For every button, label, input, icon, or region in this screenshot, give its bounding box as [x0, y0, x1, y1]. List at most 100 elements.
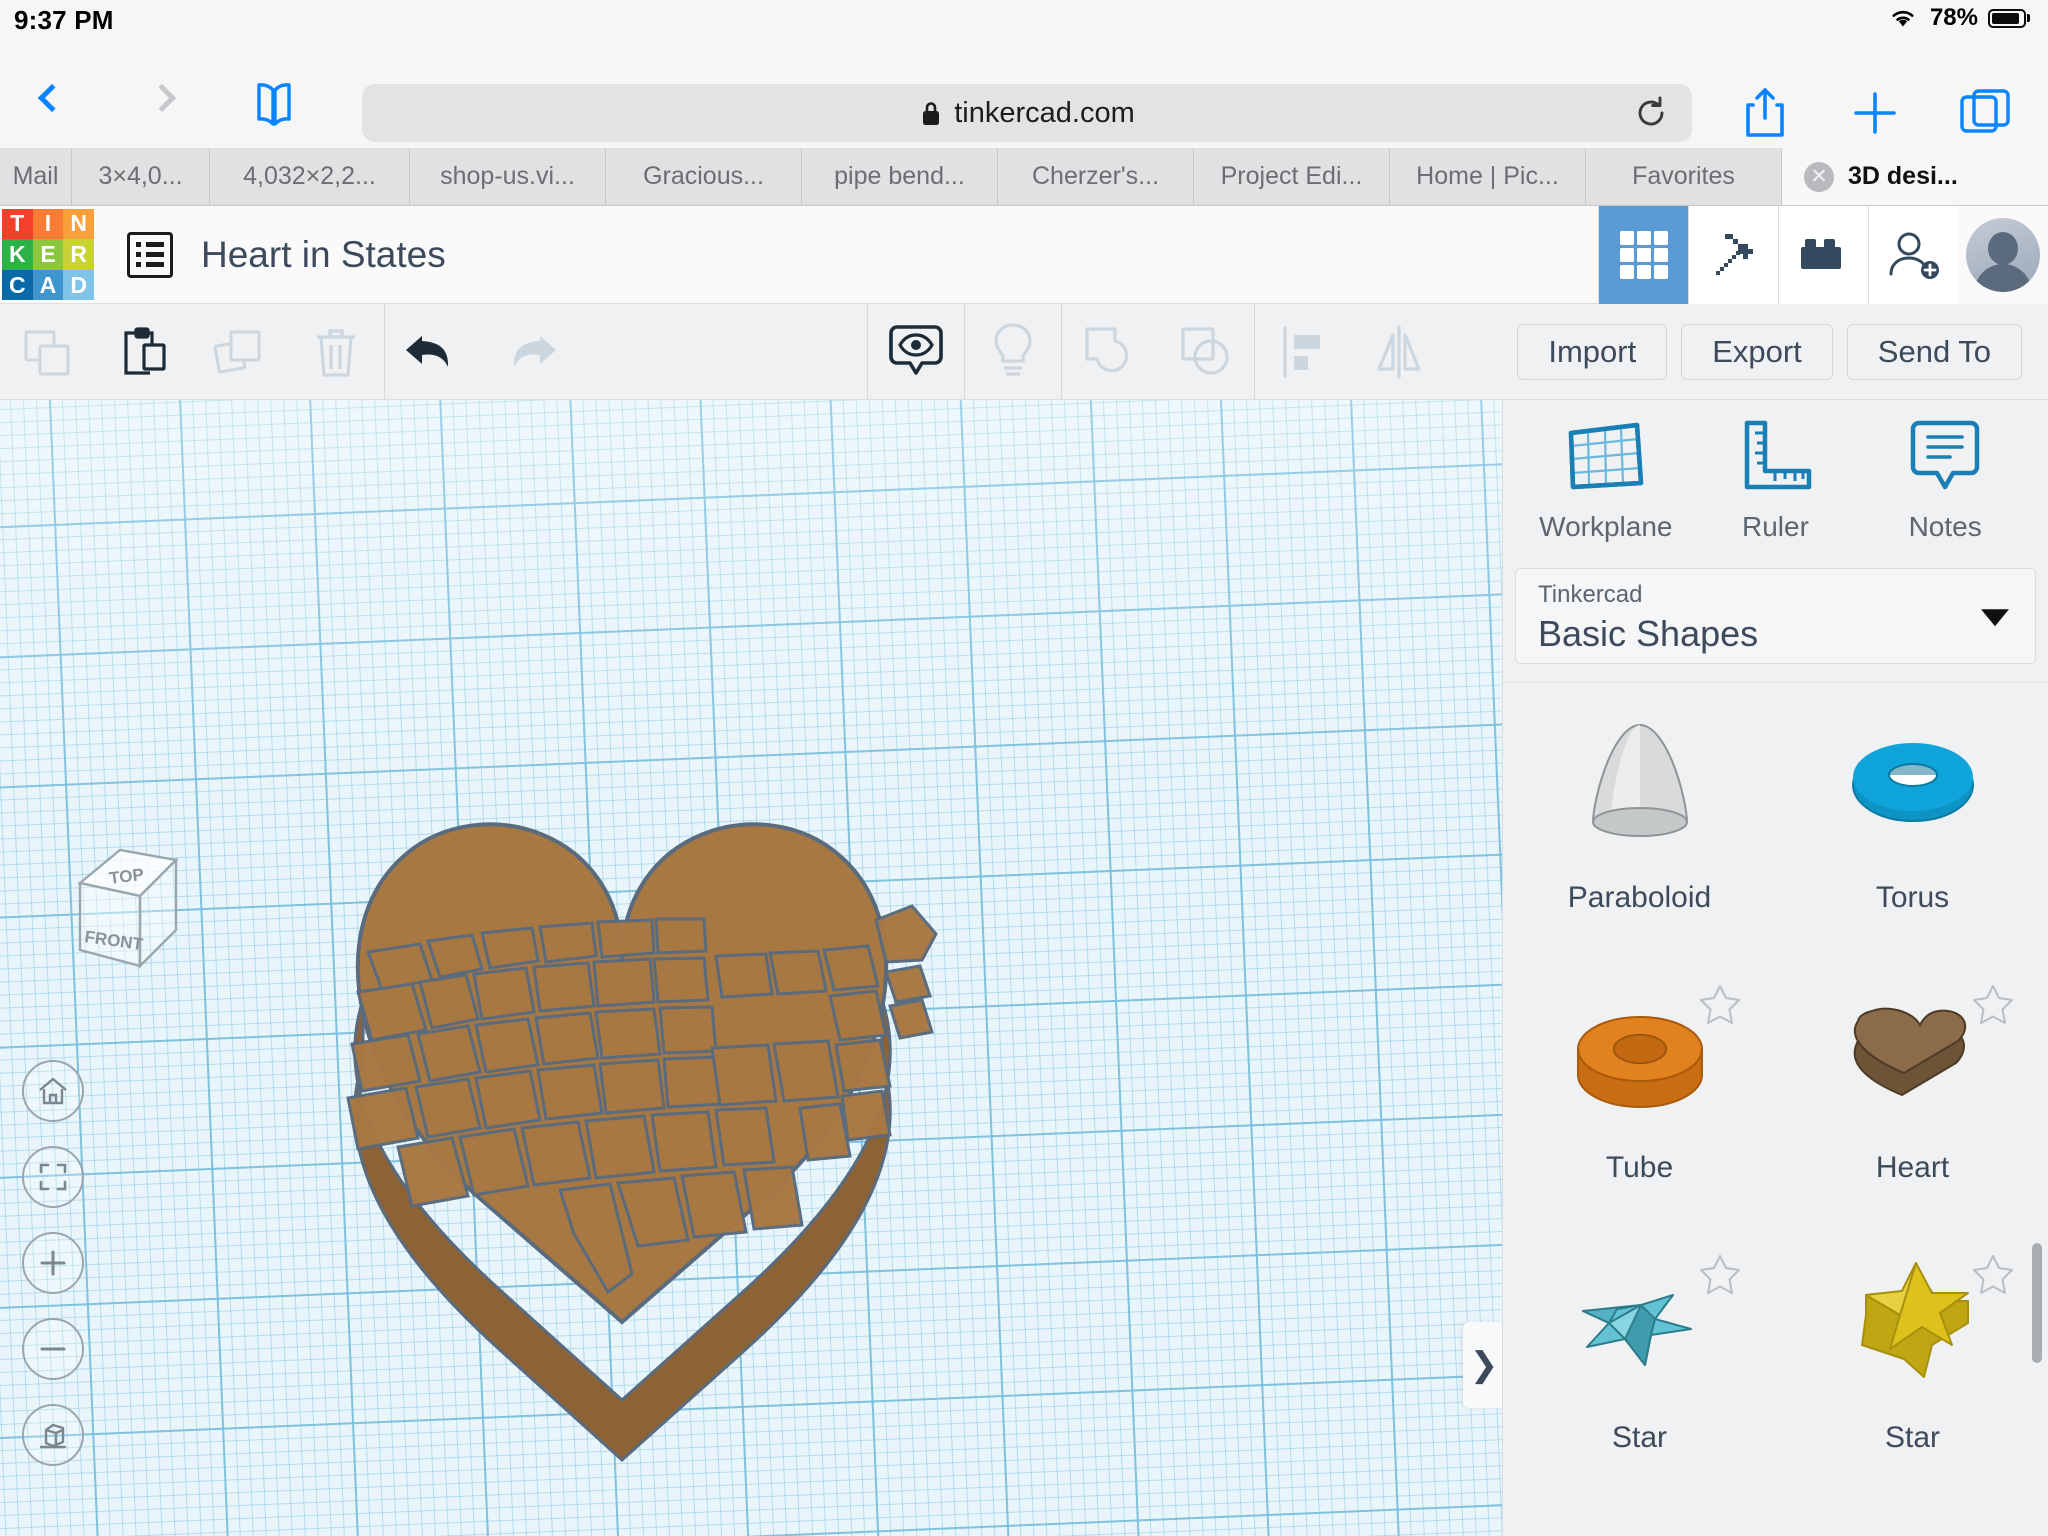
panel-collapse-handle[interactable]: ❯ — [1463, 1322, 1502, 1408]
browser-tab[interactable]: 3×4,0... — [72, 148, 210, 205]
plus-icon — [1854, 92, 1896, 134]
browser-tab[interactable]: Cherzer's... — [998, 148, 1194, 205]
lego-brick-icon[interactable] — [1778, 205, 1868, 304]
close-icon[interactable]: ✕ — [1804, 161, 1834, 192]
book-icon — [257, 83, 291, 126]
safari-tab-bar: Mail 3×4,0... 4,032×2,2... shop-us.vi...… — [0, 148, 2048, 206]
workplane-tool[interactable]: Workplane — [1531, 417, 1681, 543]
show-tabs-button[interactable] — [1956, 84, 2014, 142]
shape-label: Torus — [1875, 881, 1950, 914]
group-icon[interactable] — [1062, 304, 1158, 400]
shape-item[interactable]: Paraboloid — [1503, 683, 1776, 953]
send-to-button[interactable]: Send To — [1846, 323, 2022, 380]
paste-icon[interactable] — [96, 304, 192, 400]
invite-person-icon[interactable] — [1868, 205, 1958, 304]
fit-to-view-icon[interactable] — [22, 1146, 84, 1208]
wifi-icon — [1892, 10, 1914, 27]
tinkercad-ipad-screen: 9:37 PM 78% tinkercad.com Mail 3×4,0... … — [0, 0, 2048, 1536]
browser-tab[interactable]: Favorites — [1586, 148, 1782, 205]
canvas-nav-controls — [22, 1060, 84, 1466]
shape-item[interactable]: Torus — [1776, 683, 2048, 953]
zoom-out-icon[interactable] — [22, 1318, 84, 1380]
view-cube[interactable]: TOP FRONT — [58, 838, 188, 993]
undo-icon[interactable] — [385, 304, 481, 400]
ios-status-bar: 9:37 PM 78% — [0, 0, 2048, 40]
library-source-label: Tinkercad — [1538, 581, 1643, 608]
shape-item[interactable]: Star — [1776, 1223, 2048, 1493]
ruler-tool[interactable]: Ruler — [1700, 417, 1850, 543]
browser-tab[interactable]: Mail — [0, 148, 72, 205]
browser-tab[interactable]: Gracious... — [606, 148, 802, 205]
app-header-actions — [1598, 205, 2048, 304]
3d-workplane-canvas[interactable]: TOP FRONT ❯ — [0, 400, 1502, 1536]
reload-icon[interactable] — [1634, 96, 1668, 130]
logo-tile: A — [32, 269, 64, 301]
home-view-icon[interactable] — [22, 1060, 84, 1122]
share-button[interactable] — [1736, 84, 1794, 142]
show-hide-eye-icon[interactable] — [868, 304, 964, 400]
mirror-icon[interactable] — [1351, 304, 1447, 400]
lock-icon — [923, 102, 940, 125]
logo-tile: T — [2, 208, 33, 240]
browser-tab-active[interactable]: ✕ 3D desi... — [1782, 148, 2048, 205]
share-icon — [1746, 88, 1784, 137]
shape-label: Paraboloid — [1567, 881, 1712, 914]
app-header: T I N K E R C A D Heart in States — [0, 205, 2048, 304]
redo-icon[interactable] — [481, 304, 577, 400]
logo-tile: K — [2, 239, 33, 270]
list-icon[interactable] — [127, 231, 173, 278]
delete-icon[interactable] — [288, 304, 384, 400]
shape-item[interactable]: Star — [1503, 1223, 1776, 1493]
ruler-label: Ruler — [1742, 511, 1809, 542]
heart-thumbnail — [1853, 1007, 1966, 1097]
logo-tile: R — [63, 239, 94, 270]
browser-tab[interactable]: Project Edi... — [1194, 148, 1390, 205]
status-indicators: 78% — [1886, 4, 2030, 32]
minecraft-pickaxe-icon[interactable] — [1688, 205, 1778, 304]
status-clock: 9:37 PM — [14, 5, 114, 35]
edit-toolbar: Import Export Send To — [0, 303, 2048, 400]
grid-view-icon[interactable] — [1598, 205, 1688, 304]
copy-icon[interactable] — [0, 304, 96, 400]
battery-icon — [1988, 8, 2026, 28]
shape-item[interactable]: Heart — [1776, 953, 2048, 1223]
battery-percent-label: 78% — [1929, 4, 1978, 31]
new-tab-button[interactable] — [1846, 84, 1904, 142]
star-yellow-thumbnail — [1860, 1262, 1969, 1378]
ruler-icon — [1745, 420, 1812, 490]
shape-library-select[interactable]: Tinkercad Basic Shapes — [1515, 568, 2036, 664]
paraboloid-thumbnail — [1591, 723, 1688, 837]
url-text: tinkercad.com — [954, 96, 1135, 129]
notes-tool[interactable]: Notes — [1870, 417, 2020, 543]
vertical-scrollbar[interactable] — [2032, 1243, 2042, 1363]
safari-toolbar: tinkercad.com — [0, 40, 2048, 148]
ungroup-icon[interactable] — [1158, 304, 1254, 400]
tinkercad-logo[interactable]: T I N K E R C A D — [2, 208, 94, 301]
browser-tab[interactable]: Home | Pic... — [1390, 148, 1586, 205]
shape-gallery[interactable]: Paraboloid Torus Tube Heart Star Star — [1503, 682, 2048, 1536]
heart-with-us-map-model[interactable] — [0, 400, 1502, 1536]
perspective-toggle-icon[interactable] — [22, 1404, 84, 1466]
align-icon[interactable] — [1255, 304, 1351, 400]
shapes-side-panel: Workplane Ruler Notes Tinkercad Basic Sh… — [1502, 400, 2048, 1536]
export-button[interactable]: Export — [1681, 323, 1833, 380]
back-button[interactable] — [30, 76, 74, 120]
browser-tab[interactable]: shop-us.vi... — [410, 148, 606, 205]
avatar[interactable] — [1958, 205, 2048, 304]
browser-tab[interactable]: 4,032×2,2... — [210, 148, 410, 205]
forward-button[interactable] — [140, 76, 184, 120]
tabs-icon — [1960, 89, 2010, 133]
shape-item[interactable]: Tube — [1503, 953, 1776, 1223]
shape-label: Tube — [1605, 1151, 1674, 1184]
import-button[interactable]: Import — [1517, 323, 1668, 380]
workplane-label: Workplane — [1539, 511, 1673, 542]
page-title: Heart in States — [201, 233, 446, 275]
duplicate-icon[interactable] — [192, 304, 288, 400]
zoom-in-icon[interactable] — [22, 1232, 84, 1294]
light-bulb-icon[interactable] — [965, 304, 1061, 400]
address-bar[interactable]: tinkercad.com — [362, 84, 1692, 142]
bookmarks-button[interactable] — [245, 76, 303, 134]
logo-tile: D — [63, 269, 94, 301]
torus-thumbnail — [1851, 743, 1974, 822]
browser-tab[interactable]: pipe bend... — [802, 148, 998, 205]
